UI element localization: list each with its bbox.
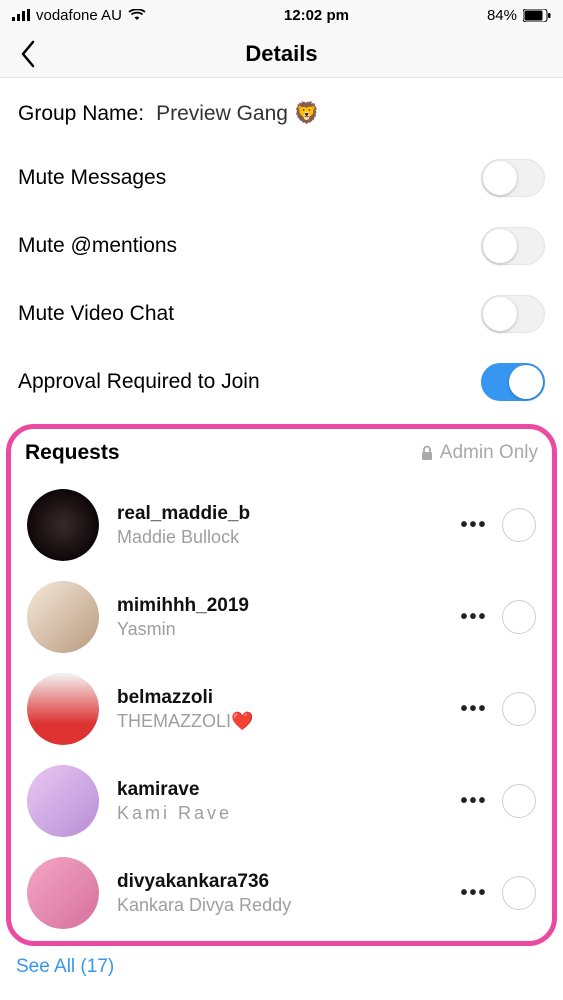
requests-heading: Requests: [25, 441, 120, 465]
status-bar: vodafone AU 12:02 pm 84%: [0, 0, 563, 30]
request-username: divyakankara736: [117, 871, 456, 893]
request-username: kamirave: [117, 779, 456, 801]
select-circle[interactable]: [502, 600, 536, 634]
avatar: [27, 857, 99, 929]
more-button[interactable]: •••: [456, 882, 492, 905]
battery-icon: [523, 9, 551, 22]
request-row[interactable]: real_maddie_bMaddie Bullock•••: [17, 479, 546, 571]
request-row[interactable]: divyakankara736Kankara Divya Reddy•••: [17, 847, 546, 939]
request-username: belmazzoli: [117, 687, 456, 709]
signal-icon: [12, 9, 30, 21]
select-circle[interactable]: [502, 876, 536, 910]
more-button[interactable]: •••: [456, 606, 492, 629]
request-username: mimihhh_2019: [117, 595, 456, 617]
request-fullname: Kankara Divya Reddy: [117, 895, 456, 916]
request-fullname: Yasmin: [117, 619, 456, 640]
select-circle[interactable]: [502, 508, 536, 542]
mute-mentions-label: Mute @mentions: [18, 234, 177, 258]
more-button[interactable]: •••: [456, 790, 492, 813]
select-circle[interactable]: [502, 784, 536, 818]
avatar: [27, 489, 99, 561]
request-row[interactable]: mimihhh_2019Yasmin•••: [17, 571, 546, 663]
carrier-label: vodafone AU: [36, 7, 122, 24]
nav-bar: Details: [0, 30, 563, 78]
requests-highlight: Requests Admin Only real_maddie_bMaddie …: [6, 424, 557, 946]
select-circle[interactable]: [502, 692, 536, 726]
mute-video-row: Mute Video Chat: [18, 280, 545, 348]
request-fullname: Kami Rave: [117, 803, 456, 824]
request-fullname: Maddie Bullock: [117, 527, 456, 548]
group-name-row[interactable]: Group Name: Preview Gang 🦁: [18, 78, 545, 144]
mute-video-toggle[interactable]: [481, 295, 545, 333]
request-row[interactable]: belmazzoliTHEMAZZOLI❤️•••: [17, 663, 546, 755]
mute-mentions-toggle[interactable]: [481, 227, 545, 265]
lock-icon: [420, 445, 434, 461]
chevron-left-icon: [20, 40, 36, 68]
more-button[interactable]: •••: [456, 514, 492, 537]
page-title: Details: [0, 41, 563, 67]
mute-messages-label: Mute Messages: [18, 166, 166, 190]
approval-required-label: Approval Required to Join: [18, 370, 260, 394]
mute-messages-toggle[interactable]: [481, 159, 545, 197]
time-label: 12:02 pm: [284, 7, 349, 24]
wifi-icon: [128, 9, 146, 21]
group-name-value: Preview Gang 🦁: [156, 102, 320, 126]
request-row[interactable]: kamiraveKami Rave•••: [17, 755, 546, 847]
mute-messages-row: Mute Messages: [18, 144, 545, 212]
back-button[interactable]: [8, 30, 48, 77]
avatar: [27, 673, 99, 745]
avatar: [27, 765, 99, 837]
admin-only-label: Admin Only: [420, 442, 538, 464]
mute-mentions-row: Mute @mentions: [18, 212, 545, 280]
see-all-link[interactable]: See All (17): [0, 946, 563, 978]
approval-required-row: Approval Required to Join: [18, 348, 545, 416]
approval-required-toggle[interactable]: [481, 363, 545, 401]
request-username: real_maddie_b: [117, 503, 456, 525]
battery-pct-label: 84%: [487, 7, 517, 24]
group-name-label: Group Name:: [18, 102, 144, 126]
more-button[interactable]: •••: [456, 698, 492, 721]
request-fullname: THEMAZZOLI❤️: [117, 711, 456, 732]
mute-video-label: Mute Video Chat: [18, 302, 174, 326]
avatar: [27, 581, 99, 653]
